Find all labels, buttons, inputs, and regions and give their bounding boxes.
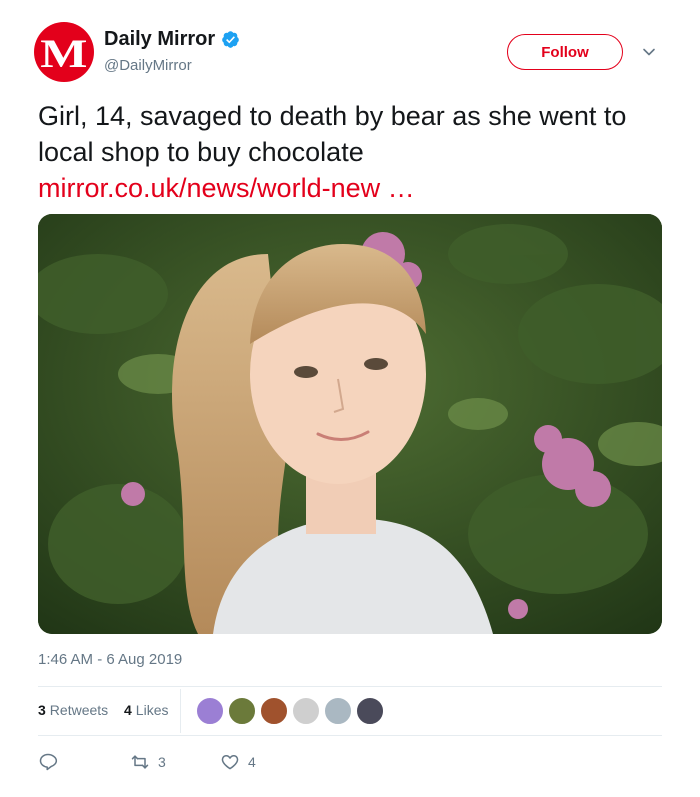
tweet-header: M Daily Mirror @DailyMirror Follow: [34, 22, 666, 84]
divider: [38, 686, 662, 687]
photo-illustration: [38, 214, 662, 634]
account-name[interactable]: Daily Mirror: [104, 28, 215, 51]
tweet-text: Girl, 14, savaged to death by bear as sh…: [38, 98, 668, 206]
divider: [38, 735, 662, 736]
tweet-photo[interactable]: [38, 214, 662, 634]
stats-separator: [180, 689, 181, 733]
retweet-count: 3: [158, 754, 166, 770]
reply-icon: [39, 753, 58, 771]
tweet-timestamp[interactable]: 1:46 AM - 6 Aug 2019: [38, 651, 182, 668]
liker-avatar[interactable]: [228, 697, 256, 725]
account-handle[interactable]: @DailyMirror: [104, 57, 240, 74]
tweet-link[interactable]: mirror.co.uk/news/world-new …: [38, 170, 668, 206]
tweet-actions: 3 4: [38, 752, 662, 776]
tweet-body: Girl, 14, savaged to death by bear as sh…: [38, 101, 627, 167]
liker-avatar[interactable]: [260, 697, 288, 725]
chevron-down-icon[interactable]: [641, 44, 657, 60]
likes-count: 4: [124, 702, 132, 718]
retweet-button[interactable]: 3: [130, 752, 166, 772]
like-count: 4: [248, 754, 256, 770]
engagement-stats: 3 Retweets 4 Likes: [38, 689, 662, 733]
liker-avatar[interactable]: [324, 697, 352, 725]
account-info: Daily Mirror @DailyMirror: [104, 28, 240, 74]
retweets-count: 3: [38, 702, 46, 718]
account-avatar[interactable]: M: [34, 22, 94, 82]
liker-avatars: [196, 697, 388, 725]
like-button[interactable]: 4: [220, 752, 256, 772]
likes-stat[interactable]: 4 Likes: [124, 702, 168, 718]
retweets-label: Retweets: [49, 702, 109, 718]
likes-label: Likes: [135, 702, 169, 718]
liker-avatar[interactable]: [292, 697, 320, 725]
heart-icon: [221, 755, 239, 770]
retweets-stat[interactable]: 3 Retweets: [38, 702, 108, 718]
follow-button[interactable]: Follow: [507, 34, 623, 70]
liker-avatar[interactable]: [196, 697, 224, 725]
retweet-icon: [131, 755, 149, 769]
liker-avatar[interactable]: [356, 697, 384, 725]
reply-button[interactable]: [38, 752, 58, 772]
verified-badge-icon: [222, 31, 239, 48]
